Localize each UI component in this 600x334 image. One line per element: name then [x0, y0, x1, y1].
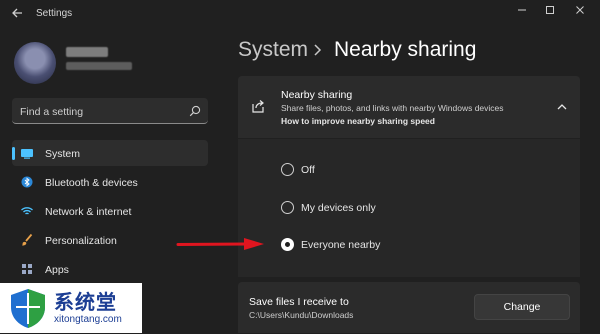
- share-icon: [250, 98, 266, 114]
- save-location-path: C:\Users\Kundu\Downloads: [249, 310, 354, 320]
- user-name-redacted: [66, 47, 108, 57]
- chevron-up-icon[interactable]: [556, 99, 568, 110]
- radio-label-off[interactable]: Off: [301, 164, 315, 176]
- watermark-brand: 系统堂: [54, 290, 117, 314]
- nearby-sharing-title: Nearby sharing: [281, 89, 353, 101]
- search-placeholder: Find a setting: [20, 106, 84, 118]
- back-arrow-icon[interactable]: [10, 6, 26, 22]
- radio-my-devices-only[interactable]: [281, 201, 294, 214]
- wifi-icon: [20, 204, 34, 218]
- active-indicator: [12, 147, 15, 160]
- nearby-sharing-link[interactable]: How to improve nearby sharing speed: [281, 116, 435, 126]
- search-icon[interactable]: [189, 104, 201, 117]
- monitor-icon: [20, 146, 34, 160]
- breadcrumb-section[interactable]: System: [238, 38, 308, 62]
- avatar[interactable]: [14, 42, 56, 84]
- red-arrow-annotation: [176, 236, 266, 252]
- shield-logo-icon: [8, 287, 48, 329]
- change-button[interactable]: Change: [474, 294, 570, 320]
- nearby-sharing-description: Share files, photos, and links with near…: [281, 103, 504, 113]
- radio-off[interactable]: [281, 163, 294, 176]
- save-location-title: Save files I receive to: [249, 296, 349, 308]
- sidebar-item-apps[interactable]: [12, 256, 208, 282]
- radio-label-my-devices-only[interactable]: My devices only: [301, 202, 376, 214]
- user-email-redacted: [66, 62, 132, 70]
- sidebar-item-label: System: [45, 148, 81, 160]
- sidebar-item-system[interactable]: [12, 140, 208, 166]
- brush-icon: [20, 233, 34, 247]
- page-title: Nearby sharing: [334, 38, 477, 61]
- minimize-button[interactable]: [510, 4, 534, 20]
- sidebar-item-label: Apps: [45, 264, 69, 276]
- sidebar-item-label: Bluetooth & devices: [45, 177, 138, 189]
- apps-icon: [20, 262, 34, 276]
- close-button[interactable]: [568, 4, 592, 20]
- watermark-url: xitongtang.com: [54, 314, 122, 325]
- maximize-button[interactable]: [538, 4, 562, 20]
- bluetooth-icon: [20, 175, 34, 189]
- radio-label-everyone-nearby[interactable]: Everyone nearby: [301, 239, 380, 251]
- sidebar-item-label: Network & internet: [45, 206, 132, 218]
- app-title: Settings: [36, 8, 73, 19]
- radio-everyone-nearby[interactable]: [281, 238, 294, 251]
- sidebar-item-label: Personalization: [45, 235, 117, 247]
- chevron-right-icon: [313, 40, 323, 65]
